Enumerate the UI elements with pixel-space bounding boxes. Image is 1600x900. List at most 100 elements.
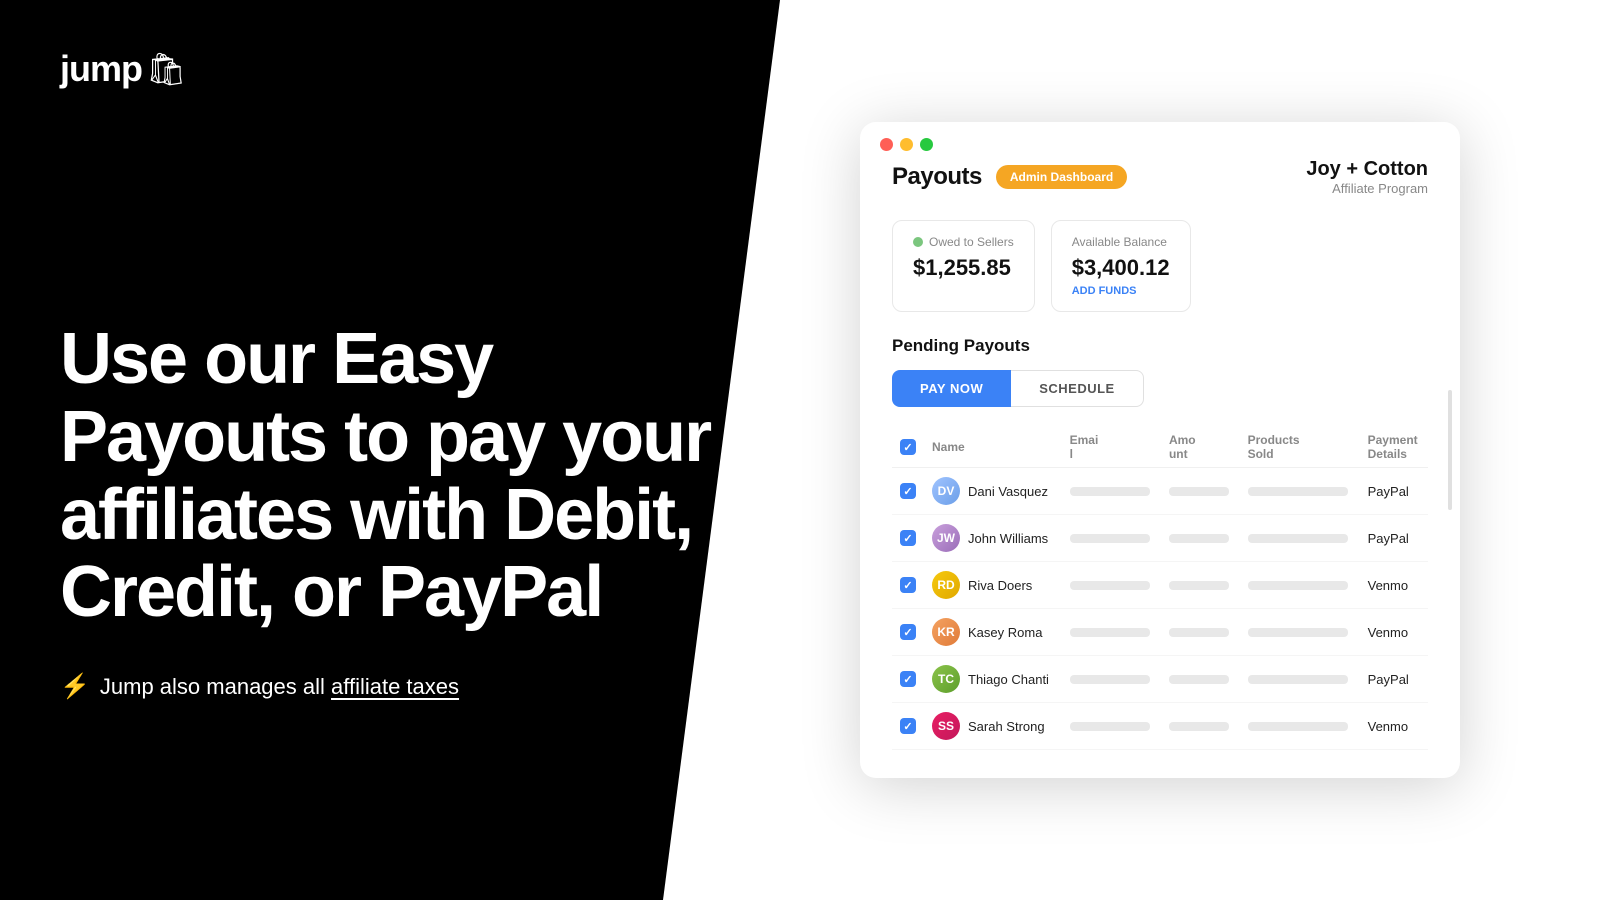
email-placeholder: [1070, 487, 1150, 496]
balance-label: Available Balance: [1072, 235, 1170, 249]
amount-placeholder: [1169, 581, 1229, 590]
row-checkbox-cell: [892, 656, 924, 703]
balance-stat-card: Available Balance $3,400.12 ADD FUNDS: [1051, 220, 1191, 312]
payment-method: Venmo: [1368, 578, 1408, 593]
row-name: Sarah Strong: [968, 719, 1045, 734]
row-payment-cell: Venmo: [1360, 703, 1428, 750]
row-amount-cell: [1161, 703, 1240, 750]
add-funds-link[interactable]: ADD FUNDS: [1072, 285, 1170, 297]
minimize-dot[interactable]: [900, 138, 913, 151]
col-checkbox: [892, 427, 924, 468]
hero-heading: Use our Easy Payouts to pay your affilia…: [60, 321, 720, 632]
payment-method: Venmo: [1368, 625, 1408, 640]
row-name-cell: JW John Williams: [924, 515, 1062, 562]
products-placeholder: [1248, 722, 1348, 731]
email-placeholder: [1070, 628, 1150, 637]
row-email-cell: [1062, 656, 1161, 703]
schedule-button[interactable]: SCHEDULE: [1011, 370, 1144, 407]
row-checkbox-1[interactable]: [900, 530, 916, 546]
row-payment-cell: PayPal: [1360, 515, 1428, 562]
amount-placeholder: [1169, 675, 1229, 684]
window-controls: [880, 138, 933, 151]
products-placeholder: [1248, 487, 1348, 496]
row-name-cell: DV Dani Vasquez: [924, 468, 1062, 515]
maximize-dot[interactable]: [920, 138, 933, 151]
row-name-cell: TC Thiago Chanti: [924, 656, 1062, 703]
amount-placeholder: [1169, 534, 1229, 543]
amount-placeholder: [1169, 487, 1229, 496]
row-amount-cell: [1161, 562, 1240, 609]
row-email-cell: [1062, 703, 1161, 750]
row-products-cell: [1240, 562, 1360, 609]
row-name: John Williams: [968, 531, 1048, 546]
brand-name: Joy + Cotton: [1306, 158, 1428, 181]
logo: jump 🛍: [60, 48, 720, 90]
table-row: SS Sarah Strong Venmo: [892, 703, 1428, 750]
amount-placeholder: [1169, 722, 1229, 731]
avatar: SS: [932, 712, 960, 740]
dashboard-card: Payouts Admin Dashboard Joy + Cotton Aff…: [860, 122, 1460, 778]
payment-method: PayPal: [1368, 672, 1409, 687]
avatar: TC: [932, 665, 960, 693]
row-checkbox-cell: [892, 609, 924, 656]
lightning-icon: ⚡: [60, 672, 90, 701]
brand-info: Joy + Cotton Affiliate Program: [1306, 158, 1428, 196]
row-products-cell: [1240, 609, 1360, 656]
tax-note: ⚡ Jump also manages all affiliate taxes: [60, 672, 720, 701]
col-products-sold: ProductsSold: [1240, 427, 1360, 468]
email-placeholder: [1070, 581, 1150, 590]
left-panel: jump 🛍 Use our Easy Payouts to pay your …: [0, 0, 780, 900]
row-email-cell: [1062, 515, 1161, 562]
row-checkbox-2[interactable]: [900, 577, 916, 593]
products-placeholder: [1248, 581, 1348, 590]
row-payment-cell: PayPal: [1360, 468, 1428, 515]
close-dot[interactable]: [880, 138, 893, 151]
row-name-cell: RD Riva Doers: [924, 562, 1062, 609]
table-row: DV Dani Vasquez PayPal: [892, 468, 1428, 515]
table-row: JW John Williams PayPal: [892, 515, 1428, 562]
email-placeholder: [1070, 675, 1150, 684]
table-row: TC Thiago Chanti PayPal: [892, 656, 1428, 703]
avatar: JW: [932, 524, 960, 552]
avatar: KR: [932, 618, 960, 646]
products-placeholder: [1248, 675, 1348, 684]
button-row: PAY NOW SCHEDULE: [892, 370, 1428, 407]
email-placeholder: [1070, 534, 1150, 543]
row-payment-cell: Venmo: [1360, 562, 1428, 609]
products-placeholder: [1248, 628, 1348, 637]
avatar: DV: [932, 477, 960, 505]
row-checkbox-5[interactable]: [900, 718, 916, 734]
row-checkbox-0[interactable]: [900, 483, 916, 499]
owed-value: $1,255.85: [913, 255, 1014, 281]
row-checkbox-3[interactable]: [900, 624, 916, 640]
row-payment-cell: PayPal: [1360, 656, 1428, 703]
owed-label: Owed to Sellers: [913, 235, 1014, 249]
hero-text: Use our Easy Payouts to pay your affilia…: [60, 170, 720, 852]
col-email: Email: [1062, 427, 1161, 468]
page-title: Payouts: [892, 163, 982, 191]
row-name-cell: KR Kasey Roma: [924, 609, 1062, 656]
row-checkbox-cell: [892, 515, 924, 562]
logo-text: jump: [60, 48, 142, 90]
row-payment-cell: Venmo: [1360, 609, 1428, 656]
row-amount-cell: [1161, 468, 1240, 515]
table-row: KR Kasey Roma Venmo: [892, 609, 1428, 656]
row-amount-cell: [1161, 515, 1240, 562]
pay-now-button[interactable]: PAY NOW: [892, 370, 1011, 407]
row-products-cell: [1240, 468, 1360, 515]
logo-icon: 🛍: [146, 50, 187, 88]
right-panel: Payouts Admin Dashboard Joy + Cotton Aff…: [780, 0, 1600, 900]
row-checkbox-4[interactable]: [900, 671, 916, 687]
amount-placeholder: [1169, 628, 1229, 637]
products-placeholder: [1248, 534, 1348, 543]
select-all-checkbox[interactable]: [900, 439, 916, 455]
row-email-cell: [1062, 468, 1161, 515]
pending-section-title: Pending Payouts: [892, 336, 1428, 356]
avatar: RD: [932, 571, 960, 599]
row-amount-cell: [1161, 609, 1240, 656]
scrollbar[interactable]: [1448, 390, 1452, 510]
payment-method: PayPal: [1368, 484, 1409, 499]
stats-row: Owed to Sellers $1,255.85 Available Bala…: [892, 220, 1428, 312]
admin-badge[interactable]: Admin Dashboard: [996, 165, 1127, 189]
row-products-cell: [1240, 515, 1360, 562]
